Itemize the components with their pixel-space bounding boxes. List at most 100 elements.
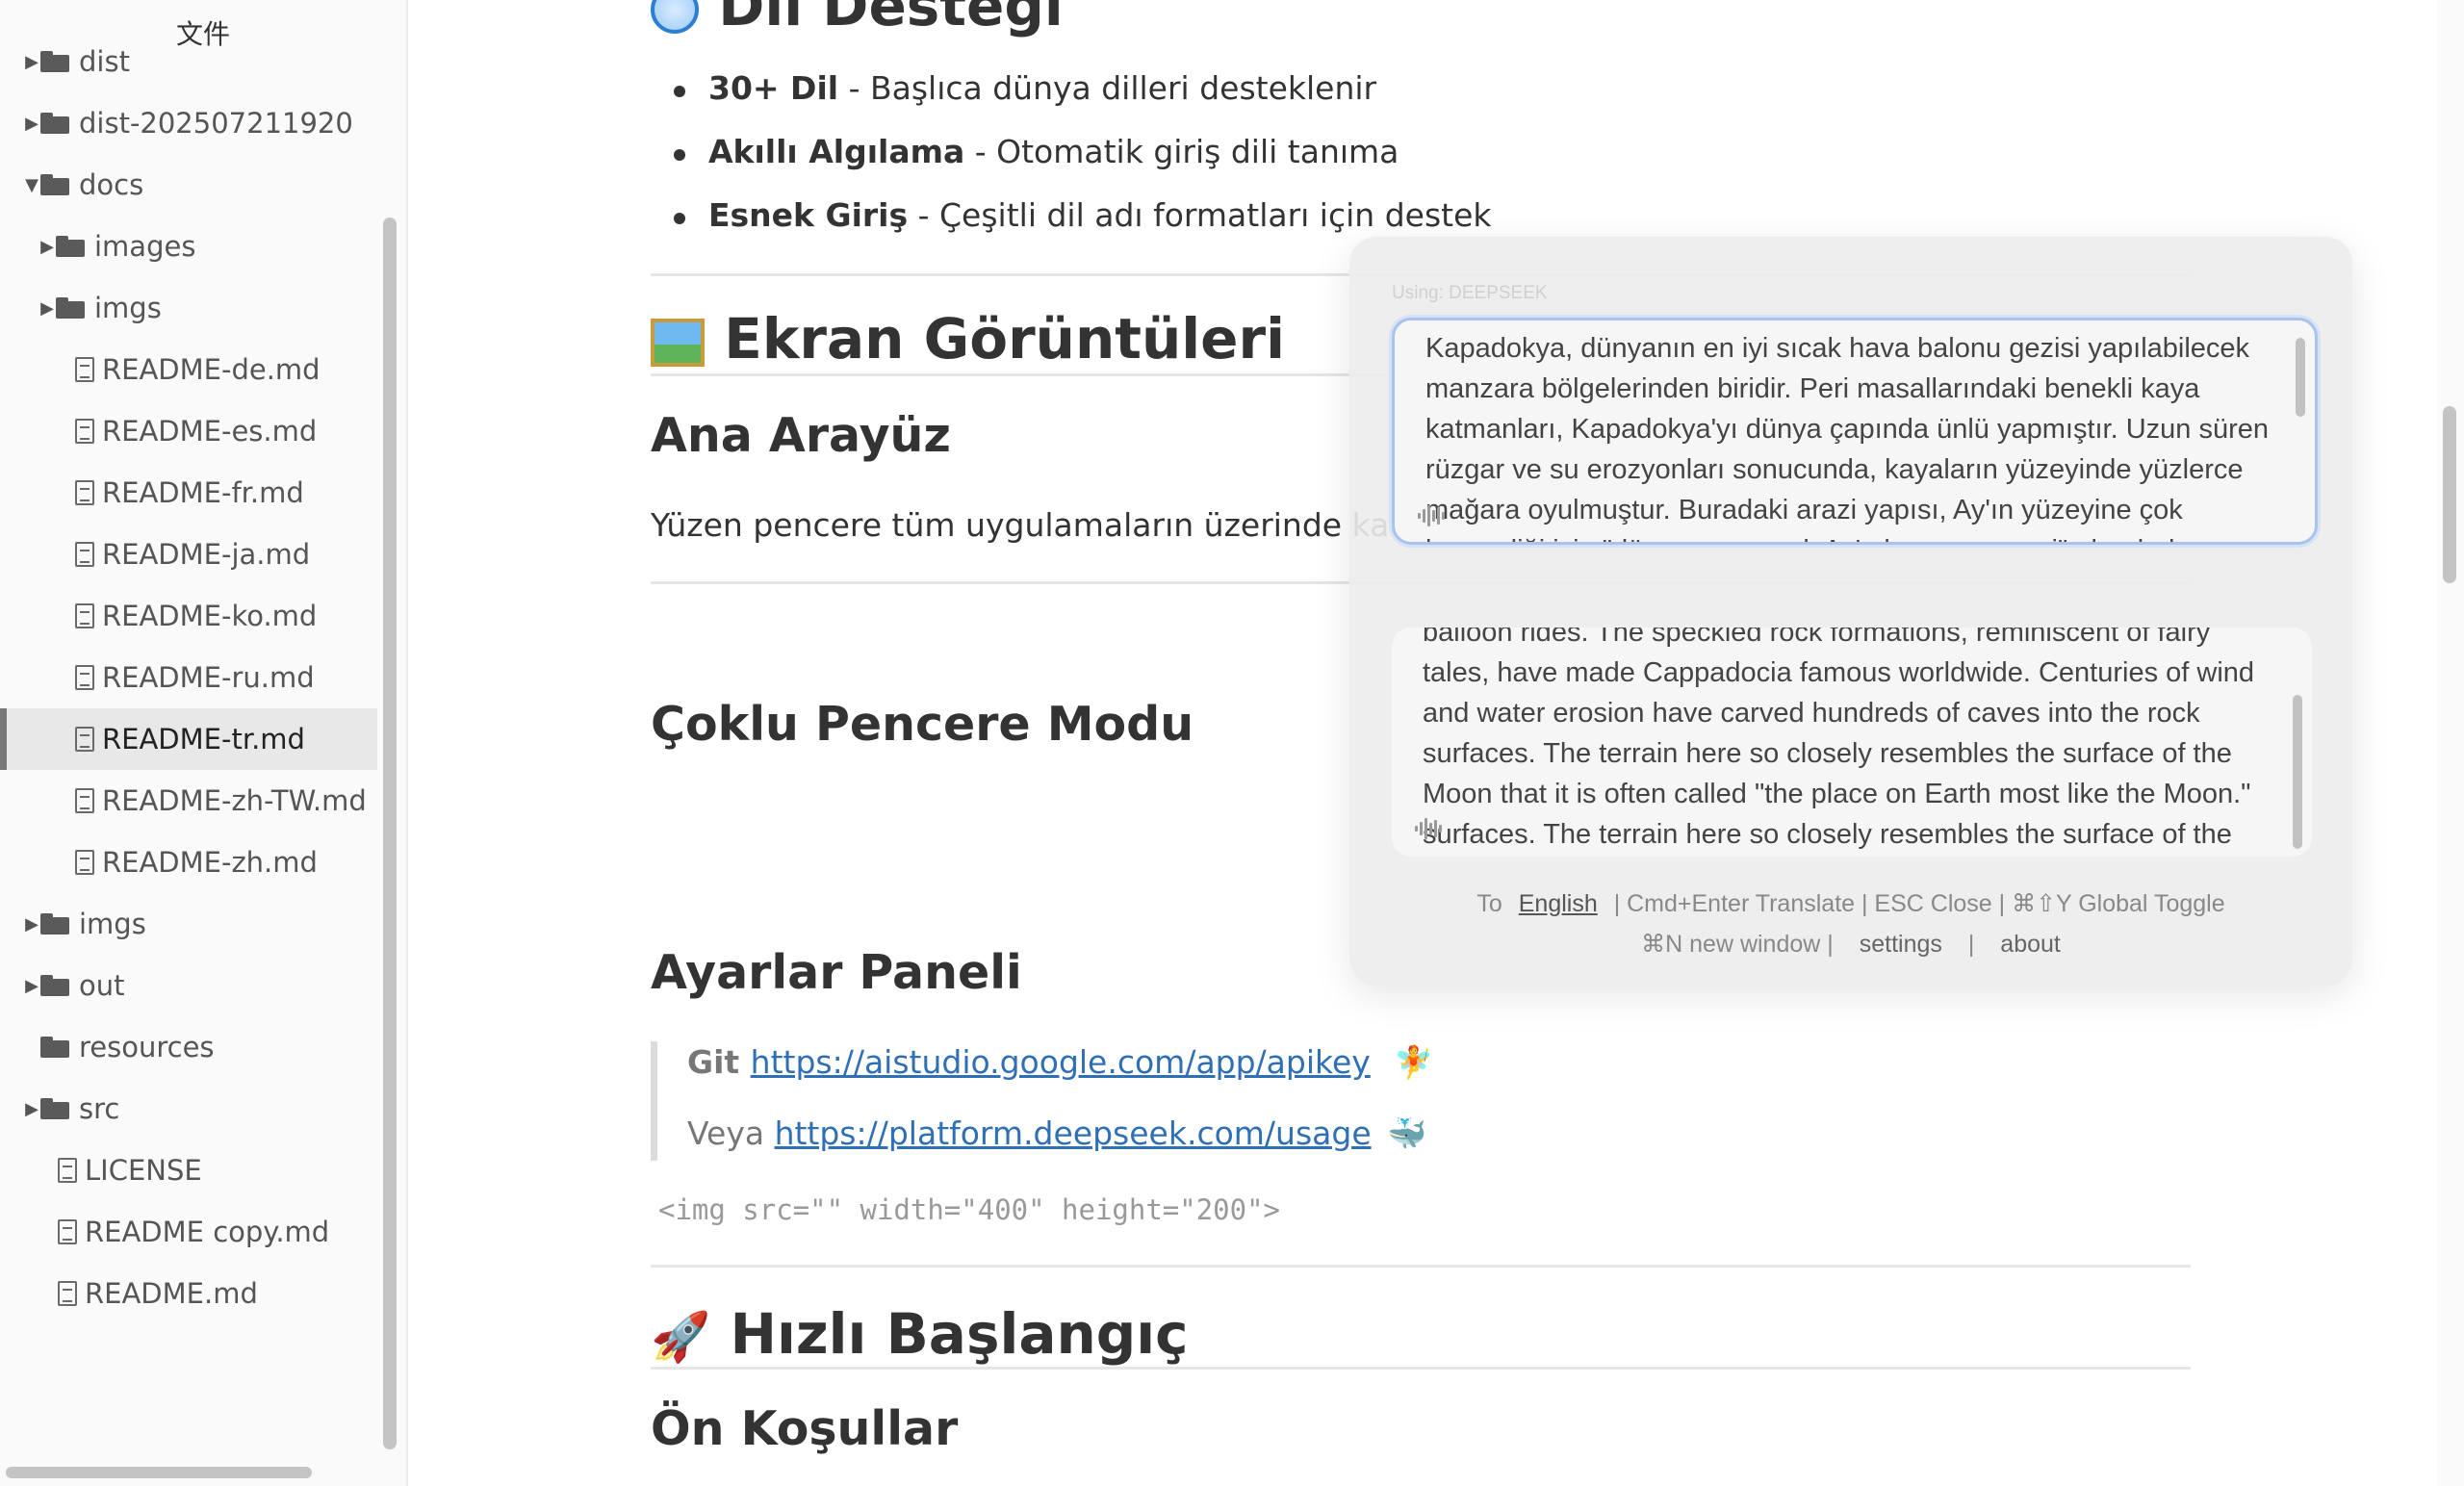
source-text-input[interactable]: Kapadokya, dünyanın en iyi sıcak hava ba…: [1392, 318, 2318, 545]
source-scrollbar[interactable]: [2296, 338, 2305, 417]
tree-item-label: out: [79, 969, 125, 1002]
file-readme-tr-md[interactable]: README-tr.md: [0, 708, 377, 770]
folder-icon: [56, 236, 85, 257]
tree-item-label: dist: [79, 45, 130, 78]
folder-dist-202507211920[interactable]: ▶ dist-202507211920: [0, 92, 377, 154]
tree-item-label: README-de.md: [102, 353, 321, 386]
file-readme-copy-md[interactable]: README copy.md: [0, 1201, 377, 1263]
chevron-right-icon[interactable]: ▶: [23, 52, 40, 72]
folder-dist[interactable]: ▶ dist: [0, 31, 377, 92]
tree-item-label: resources: [79, 1031, 215, 1063]
tree-item-label: README-fr.md: [102, 476, 304, 509]
file-icon: [58, 1219, 77, 1244]
heading-underline: [651, 1367, 2191, 1370]
speak-output-icon[interactable]: [1415, 818, 1444, 839]
folder-src[interactable]: ▶ src: [0, 1078, 377, 1140]
translation-text: balloon rides. The speckled rock formati…: [1423, 628, 2255, 850]
chevron-right-icon[interactable]: ▶: [23, 114, 40, 134]
file-readme-ja-md[interactable]: README-ja.md: [0, 524, 377, 585]
tree-item-label: README-ru.md: [102, 661, 315, 694]
fairy-icon: 🧚: [1394, 1043, 1434, 1081]
engine-label: Using: DEEPSEEK: [1392, 283, 1548, 303]
aistudio-link[interactable]: https://aistudio.google.com/app/apikey: [751, 1043, 1371, 1081]
rocket-icon: 🚀: [651, 1309, 711, 1365]
chevron-right-icon[interactable]: ▶: [38, 237, 56, 257]
folder-icon: [40, 913, 69, 935]
tree-item-label: README-ja.md: [102, 538, 311, 571]
tree-item-label: imgs: [79, 908, 146, 940]
tree-item-label: README-ko.md: [102, 600, 318, 632]
tree-item-label: dist-202507211920: [79, 107, 353, 140]
list-item: 30+ Dil - Başlıca dünya dilleri destekle…: [708, 69, 1377, 107]
translation-scrollbar[interactable]: [2293, 695, 2302, 849]
chevron-right-icon[interactable]: ▶: [23, 1099, 40, 1119]
file-icon: [75, 480, 94, 505]
heading-quick-start: 🚀 Hızlı Başlangıç: [651, 1301, 1189, 1367]
file-readme-zh-tw-md[interactable]: README-zh-TW.md: [0, 770, 377, 832]
folder-imgs[interactable]: ▶ imgs: [0, 893, 377, 955]
file-icon: [75, 665, 94, 690]
file-readme-fr-md[interactable]: README-fr.md: [0, 462, 377, 524]
chevron-down-icon[interactable]: ▼: [23, 175, 40, 195]
voice-input-icon[interactable]: [1418, 505, 1447, 526]
file-icon: [75, 542, 94, 567]
tree-item-label: README-zh-TW.md: [102, 784, 367, 817]
list-item: Akıllı Algılama - Otomatik giriş dili ta…: [708, 133, 1399, 170]
tree-item-label: README copy.md: [85, 1216, 330, 1248]
heading-language-support: Dil Desteği: [651, 0, 1064, 38]
link-separator: |: [1967, 931, 1975, 958]
heading-multi-window: Çoklu Pencere Modu: [651, 697, 1194, 752]
file-readme-de-md[interactable]: README-de.md: [0, 339, 377, 400]
document-scrollbar[interactable]: [2443, 406, 2456, 583]
folder-docs[interactable]: ▼ docs: [0, 154, 377, 216]
target-language-select[interactable]: English: [1519, 890, 1598, 917]
deepseek-link[interactable]: https://platform.deepseek.com/usage: [775, 1114, 1372, 1152]
tree-item-label: images: [94, 230, 196, 263]
tree-item-label: LICENSE: [85, 1154, 202, 1187]
heading-settings-panel: Ayarlar Paneli: [651, 945, 1022, 1000]
folder-resources[interactable]: resources: [0, 1016, 377, 1078]
folder-out[interactable]: ▶ out: [0, 955, 377, 1016]
quote-line-deepseek: Veya https://platform.deepseek.com/usage…: [687, 1114, 1427, 1152]
file-icon: [58, 1281, 77, 1306]
sidebar-horizontal-scrollbar[interactable]: [6, 1467, 312, 1478]
file-icon: [58, 1158, 77, 1183]
img-code-snippet: <img src="" width="400" height="200">: [658, 1193, 1281, 1226]
file-icon: [75, 788, 94, 813]
file-readme-zh-md[interactable]: README-zh.md: [0, 832, 377, 893]
file-readme-md[interactable]: README.md: [0, 1263, 377, 1324]
main-ui-description: Yüzen pencere tüm uygulamaların üzerinde…: [651, 506, 1421, 544]
folder-images[interactable]: ▶ images: [0, 216, 377, 277]
whale-icon: 🐳: [1387, 1114, 1427, 1152]
folder-imgs[interactable]: ▶ imgs: [0, 277, 377, 339]
file-license[interactable]: LICENSE: [0, 1140, 377, 1201]
folder-icon: [40, 1037, 69, 1058]
sidebar-vertical-scrollbar[interactable]: [383, 218, 397, 1449]
heading-screenshots: Ekran Görüntüleri: [651, 306, 1285, 372]
file-readme-es-md[interactable]: README-es.md: [0, 400, 377, 462]
folder-icon: [40, 51, 69, 72]
chevron-right-icon[interactable]: ▶: [38, 298, 56, 319]
chevron-right-icon[interactable]: ▶: [23, 914, 40, 935]
settings-link[interactable]: settings: [1860, 931, 1942, 958]
quote-line-aistudio: Git https://aistudio.google.com/app/apik…: [687, 1043, 1434, 1081]
heading-prerequisites: Ön Koşullar: [651, 1401, 959, 1456]
file-tree-sidebar: 文件 ▶ dist ▶ dist-202507211920 ▼ docs ▶ images ▶ i…: [0, 0, 408, 1486]
translation-output: balloon rides. The speckled rock formati…: [1392, 628, 2312, 857]
file-readme-ko-md[interactable]: README-ko.md: [0, 585, 377, 647]
file-icon: [75, 603, 94, 628]
document-scrollbar-track: [2437, 0, 2464, 1486]
new-window-hint[interactable]: ⌘N new window |: [1641, 931, 1834, 958]
tree-item-label: imgs: [94, 292, 162, 324]
tree-item-label: README-zh.md: [102, 846, 318, 879]
bullet-dot: [674, 149, 685, 161]
file-icon: [75, 419, 94, 444]
bullet-dot: [674, 86, 685, 97]
file-readme-ru-md[interactable]: README-ru.md: [0, 647, 377, 708]
floating-translator-window: Using: DEEPSEEK Kapadokya, dünyanın en i…: [1349, 237, 2352, 986]
source-text: Kapadokya, dünyanın en iyi sıcak hava ba…: [1425, 333, 2270, 542]
picture-icon: [651, 318, 705, 367]
about-link[interactable]: about: [2000, 931, 2061, 958]
chevron-right-icon[interactable]: ▶: [23, 976, 40, 996]
folder-icon: [40, 975, 69, 996]
